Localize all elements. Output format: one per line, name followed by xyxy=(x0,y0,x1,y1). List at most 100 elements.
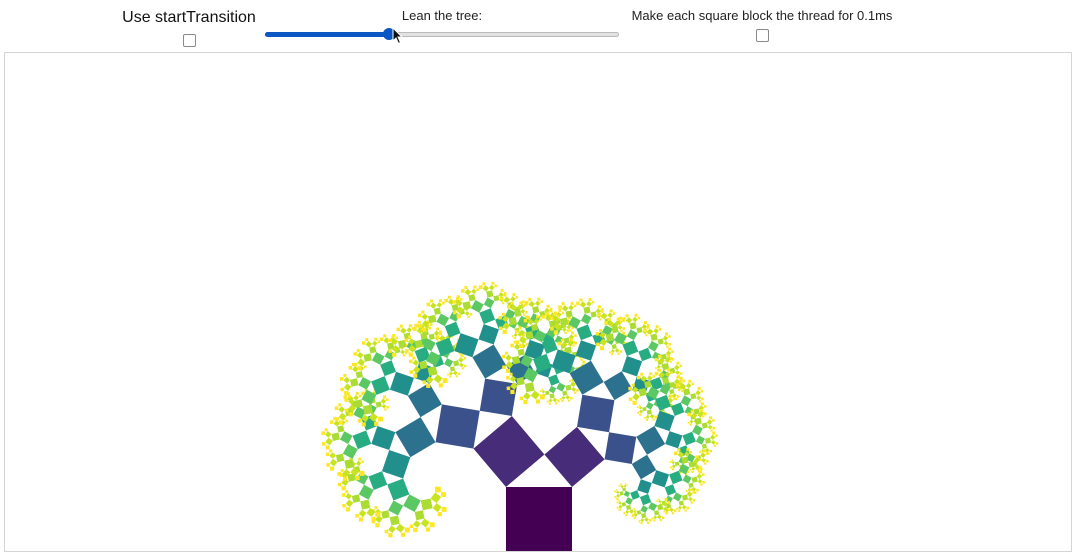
tree-square xyxy=(371,516,376,522)
tree-square xyxy=(673,509,677,513)
tree-square xyxy=(611,344,617,350)
tree-square xyxy=(640,522,643,525)
tree-square xyxy=(483,297,495,309)
tree-square xyxy=(653,515,658,520)
tree-square xyxy=(618,504,623,509)
tree-square xyxy=(650,333,658,341)
tree-square xyxy=(566,329,570,332)
tree-square xyxy=(645,401,654,410)
tree-square xyxy=(570,331,575,335)
tree-square xyxy=(440,492,447,498)
tree-square xyxy=(535,399,541,404)
tree-square xyxy=(464,311,470,316)
tree-square xyxy=(377,416,384,422)
tree-square xyxy=(546,304,550,308)
tree-square xyxy=(570,301,574,305)
tree-square xyxy=(692,498,696,502)
lean-slider[interactable] xyxy=(265,27,619,41)
tree-square xyxy=(369,346,377,354)
tree-square xyxy=(616,506,619,509)
tree-square xyxy=(540,300,544,304)
tree-square xyxy=(482,282,486,286)
tree-square xyxy=(363,365,367,369)
tree-square xyxy=(324,428,328,432)
tree-square xyxy=(374,421,379,426)
tree-square xyxy=(528,300,536,308)
tree-square xyxy=(610,353,614,356)
tree-square xyxy=(358,484,374,500)
tree-square xyxy=(671,459,674,461)
tree-square xyxy=(641,512,647,519)
tree-square xyxy=(435,337,455,357)
tree-square xyxy=(408,352,413,357)
tree-square xyxy=(638,347,652,362)
tree-square xyxy=(605,333,615,342)
tree-square xyxy=(493,295,500,302)
tree-square xyxy=(591,300,595,304)
tree-square xyxy=(658,354,662,358)
start-transition-checkbox[interactable] xyxy=(182,34,196,47)
tree-square xyxy=(345,419,349,423)
tree-square xyxy=(579,301,587,308)
tree-square xyxy=(348,412,353,417)
tree-square xyxy=(404,349,409,353)
tree-square xyxy=(698,458,702,461)
tree-square xyxy=(388,500,404,516)
tree-square xyxy=(447,295,451,299)
tree-square xyxy=(580,313,592,325)
tree-square xyxy=(702,480,705,484)
tree-square xyxy=(682,474,692,484)
tree-square xyxy=(420,498,433,511)
tree-square xyxy=(658,327,662,331)
tree-square xyxy=(444,298,449,303)
tree-square xyxy=(344,398,349,402)
tree-square xyxy=(452,300,457,304)
tree-square xyxy=(329,458,338,467)
tree-square xyxy=(694,417,702,425)
tree-square xyxy=(561,395,566,400)
tree-square xyxy=(679,372,683,375)
tree-square xyxy=(380,398,387,404)
tree-square xyxy=(498,315,503,320)
tree-square xyxy=(523,399,528,405)
tree-square xyxy=(639,413,642,416)
tree-square xyxy=(682,379,686,383)
tree-square xyxy=(697,387,701,391)
tree-square xyxy=(371,425,396,451)
tree-square xyxy=(560,338,564,342)
tree-square xyxy=(460,354,464,358)
tree-square xyxy=(697,479,703,484)
tree-square xyxy=(631,513,634,516)
tree-square xyxy=(357,418,362,423)
tree-square xyxy=(564,331,567,335)
tree-square xyxy=(389,371,414,396)
tree-square xyxy=(709,449,713,453)
tree-square xyxy=(667,354,671,358)
tree-square xyxy=(597,312,601,317)
tree-square xyxy=(653,510,660,516)
tree-square xyxy=(573,304,577,308)
tree-square xyxy=(473,285,477,289)
tree-square xyxy=(651,517,654,520)
tree-square xyxy=(548,402,551,405)
tree-square xyxy=(546,400,549,403)
tree-square xyxy=(352,430,372,450)
tree-square xyxy=(595,332,600,336)
tree-square xyxy=(671,468,675,471)
block-thread-checkbox[interactable] xyxy=(755,29,769,42)
tree-square xyxy=(696,395,702,401)
tree-square xyxy=(435,335,440,339)
tree-square xyxy=(670,402,685,416)
tree-square xyxy=(706,459,709,463)
tree-square xyxy=(433,307,441,315)
tree-square xyxy=(345,499,354,508)
tree-square xyxy=(518,326,522,330)
tree-square xyxy=(685,490,688,492)
tree-square xyxy=(669,381,676,388)
tree-square xyxy=(644,380,652,388)
tree-square xyxy=(572,341,576,344)
tree-square xyxy=(345,507,351,512)
tree-square xyxy=(422,327,427,332)
tree-square xyxy=(359,470,365,476)
tree-square xyxy=(645,334,648,337)
